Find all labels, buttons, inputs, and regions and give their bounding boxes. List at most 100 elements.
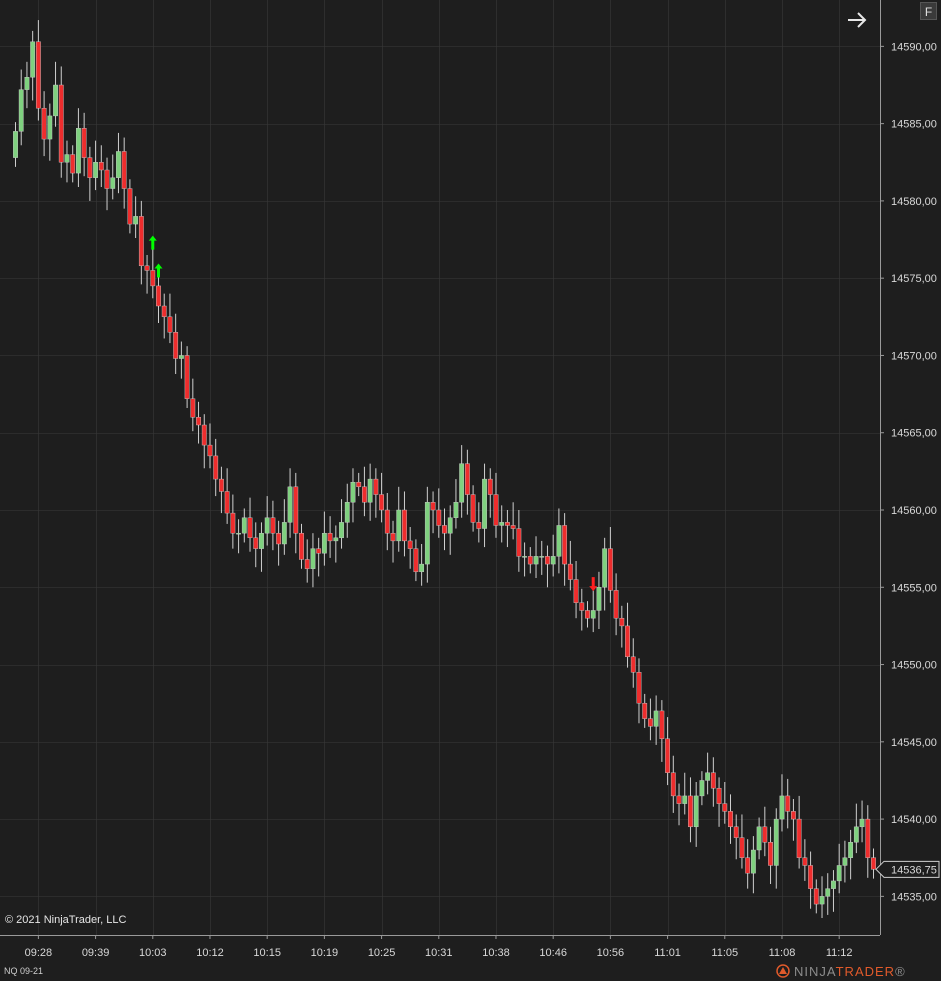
- candle-body: [693, 795, 699, 828]
- candle-body: [636, 672, 642, 704]
- candle-body: [510, 525, 516, 529]
- candle-body: [178, 355, 184, 359]
- candle-body: [30, 41, 36, 78]
- candle-body: [865, 818, 871, 858]
- candle-body: [533, 556, 539, 565]
- candle[interactable]: [184, 346, 190, 408]
- candle-body: [831, 880, 836, 889]
- candle-body: [670, 772, 676, 797]
- candle-body: [487, 478, 493, 495]
- candle-body: [836, 865, 842, 882]
- candle-body: [281, 522, 287, 545]
- candle-body: [138, 216, 144, 267]
- candle-body: [756, 826, 762, 851]
- candle-body: [379, 494, 384, 511]
- candle-body: [539, 556, 545, 558]
- candle-body: [333, 537, 339, 542]
- candle-body: [402, 509, 407, 542]
- candle-body: [791, 811, 796, 820]
- candle-body: [339, 522, 344, 539]
- x-tick-label: 11:12: [826, 947, 853, 959]
- y-tick-label: 14540,00: [891, 814, 937, 826]
- candle-body: [356, 481, 362, 488]
- candle-body: [676, 795, 682, 804]
- candle-body: [384, 509, 390, 534]
- x-tick-label: 10:31: [425, 947, 453, 959]
- candlestick-chart[interactable]: 14590,00 14585,00 14580,00 14575,00 14570,00…: [0, 0, 941, 981]
- y-tick-label: 14565,00: [891, 428, 937, 440]
- candle-body: [470, 494, 476, 523]
- candle-body: [716, 787, 722, 804]
- candle-body: [156, 285, 161, 307]
- arrow-right-icon[interactable]: [846, 9, 868, 31]
- candle-body: [316, 548, 322, 554]
- candle-body: [567, 563, 573, 580]
- candle-body: [241, 517, 247, 534]
- y-tick-label: 14560,00: [891, 505, 937, 517]
- candle-body: [230, 512, 236, 534]
- candle-body: [459, 463, 465, 503]
- candle-body: [779, 795, 785, 820]
- instrument-label: NQ 09-21: [4, 966, 44, 976]
- candle-body: [47, 115, 53, 140]
- candle-body: [773, 818, 779, 866]
- candle-body: [207, 444, 213, 457]
- candle-body: [733, 826, 739, 838]
- x-tick-label: 10:25: [368, 947, 396, 959]
- candle-body: [196, 417, 201, 426]
- candle-body: [150, 270, 156, 287]
- candle-body: [453, 502, 459, 518]
- x-tick-label: 10:38: [482, 947, 510, 959]
- brand-prefix: NINJA: [794, 963, 836, 979]
- candle-body: [464, 463, 470, 495]
- candle-body: [53, 84, 58, 117]
- candle-body: [407, 540, 413, 549]
- y-tick-label: 14535,00: [891, 891, 937, 903]
- candle-body: [447, 517, 453, 534]
- candle-body: [70, 154, 76, 174]
- candle-body: [556, 525, 562, 557]
- candle-body: [327, 532, 333, 542]
- candle-body: [659, 710, 665, 739]
- candle-body: [144, 265, 150, 271]
- candle-body: [522, 556, 527, 558]
- candle-body: [728, 811, 733, 828]
- candle-body: [607, 548, 613, 591]
- candle-body: [419, 563, 425, 573]
- candle-body: [813, 888, 819, 905]
- y-tick-label: 14555,00: [891, 582, 937, 594]
- candle-body: [550, 556, 556, 565]
- x-tick-label: 11:01: [654, 947, 681, 959]
- x-tick-label: 10:56: [597, 947, 625, 959]
- x-tick-label: 10:03: [139, 947, 167, 959]
- candle-body: [859, 818, 865, 828]
- brand-accent: TRADER: [835, 963, 896, 979]
- candle-body: [98, 162, 104, 171]
- candle-body: [310, 548, 316, 569]
- candle-body: [590, 610, 596, 619]
- candle-body: [304, 559, 310, 569]
- candle-body: [390, 532, 396, 542]
- candle-body: [18, 89, 24, 132]
- candle-body: [848, 842, 854, 858]
- candle-body: [253, 537, 259, 549]
- candle-body: [682, 795, 688, 804]
- candle-body: [264, 517, 270, 534]
- ninjatrader-logo-icon: [776, 964, 790, 978]
- candle-body: [762, 826, 768, 843]
- candle-body: [750, 849, 756, 874]
- y-tick-label: 14550,00: [891, 660, 937, 672]
- candle-body: [167, 316, 173, 333]
- candle-body: [705, 772, 711, 781]
- candle-body: [362, 486, 367, 503]
- candle-body: [493, 494, 499, 526]
- candle-body: [619, 617, 625, 627]
- candle-body: [796, 818, 802, 858]
- candle-body: [722, 803, 728, 812]
- candle-body: [482, 478, 487, 529]
- candle-body: [35, 41, 41, 109]
- candle-body: [287, 486, 293, 523]
- candle-body: [219, 478, 224, 492]
- toggle-f-button[interactable]: F: [920, 2, 937, 20]
- y-tick-label: 14585,00: [891, 119, 937, 131]
